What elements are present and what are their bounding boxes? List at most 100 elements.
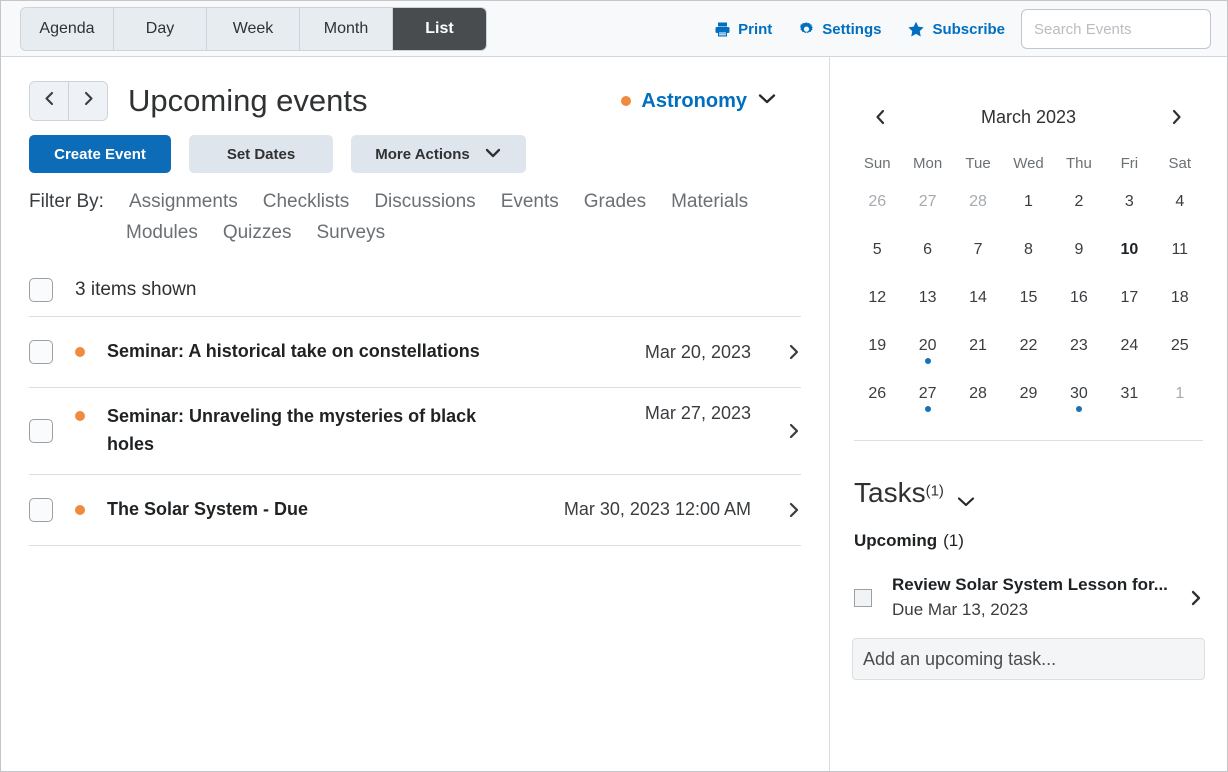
calendar-day-5[interactable]: 5 — [852, 226, 902, 274]
filter-events[interactable]: Events — [501, 191, 559, 213]
calendar-day-20[interactable]: 20 — [902, 322, 952, 370]
calendar-day-number: 21 — [969, 337, 987, 354]
calendar-day-26[interactable]: 26 — [852, 178, 902, 226]
dow-fri: Fri — [1120, 155, 1139, 172]
more-actions-button[interactable]: More Actions — [351, 135, 526, 173]
filter-grades[interactable]: Grades — [584, 191, 646, 213]
chevron-right-icon[interactable] — [773, 422, 801, 440]
chevron-down-icon[interactable] — [956, 495, 976, 508]
filter-discussions[interactable]: Discussions — [374, 191, 475, 213]
tasks-header: Tasks(1) — [848, 441, 1209, 509]
calendar-day-25[interactable]: 25 — [1155, 322, 1205, 370]
filter-quizzes[interactable]: Quizzes — [223, 222, 292, 244]
calendar-day-11[interactable]: 11 — [1155, 226, 1205, 274]
calendar-day-number: 6 — [923, 241, 933, 258]
calendar-day-29[interactable]: 29 — [1003, 370, 1053, 418]
chevron-right-icon[interactable] — [773, 501, 801, 519]
settings-button[interactable]: Settings — [798, 21, 881, 38]
filter-modules[interactable]: Modules — [126, 222, 198, 244]
calendar-app: Agenda Day Week Month List Print Setting… — [0, 0, 1228, 772]
search-input[interactable] — [1022, 20, 1227, 38]
calendar-day-15[interactable]: 15 — [1003, 274, 1053, 322]
chevron-right-icon[interactable] — [1189, 589, 1203, 607]
event-row[interactable]: Seminar: A historical take on constellat… — [29, 317, 801, 388]
event-checkbox[interactable] — [29, 497, 53, 522]
calendar-day-24[interactable]: 24 — [1104, 322, 1154, 370]
task-checkbox[interactable] — [854, 588, 872, 607]
calendar-day-number: 25 — [1170, 337, 1189, 354]
calendar-day-23[interactable]: 23 — [1054, 322, 1104, 370]
calendar-day-19[interactable]: 19 — [852, 322, 902, 370]
calendar-day-31[interactable]: 31 — [1104, 370, 1154, 418]
task-row[interactable]: Review Solar System Lesson for... Due Ma… — [848, 551, 1209, 622]
calendar-day-18[interactable]: 18 — [1155, 274, 1205, 322]
filter-materials[interactable]: Materials — [671, 191, 748, 213]
calendar-day-27[interactable]: 27 — [902, 178, 952, 226]
calendar-day-13[interactable]: 13 — [902, 274, 952, 322]
calendar-day-2[interactable]: 2 — [1054, 178, 1104, 226]
event-row[interactable]: Seminar: Unraveling the mysteries of bla… — [29, 388, 801, 475]
calendar-day-7[interactable]: 7 — [953, 226, 1003, 274]
calendar-day-8[interactable]: 8 — [1003, 226, 1053, 274]
filter-checklists[interactable]: Checklists — [263, 191, 350, 213]
event-color-dot — [75, 411, 85, 421]
event-date: Mar 27, 2023 — [644, 403, 751, 423]
calendar-color-dot — [621, 96, 632, 106]
calendar-month-label: March 2023 — [980, 106, 1077, 127]
calendar-day-12[interactable]: 12 — [852, 274, 902, 322]
calendar-day-number: 14 — [969, 289, 987, 306]
calendar-day-number: 19 — [868, 337, 887, 354]
tab-week-label: Week — [232, 20, 274, 37]
calendar-day-number: 1 — [1175, 385, 1185, 402]
filter-surveys[interactable]: Surveys — [316, 222, 385, 244]
calendar-day-22[interactable]: 22 — [1003, 322, 1053, 370]
main-header: Upcoming events Astronomy — [1, 57, 829, 121]
calendar-day-21[interactable]: 21 — [953, 322, 1003, 370]
calendar-day-number: 26 — [868, 385, 887, 402]
calendar-day-number: 15 — [1019, 289, 1038, 306]
event-title: Seminar: Unraveling the mysteries of bla… — [107, 406, 477, 454]
next-period-button[interactable] — [69, 82, 107, 120]
filter-by-label: Filter By: — [29, 191, 104, 212]
calendar-day-10[interactable]: 10 — [1104, 226, 1154, 274]
calendar-day-9[interactable]: 9 — [1054, 226, 1104, 274]
select-all-checkbox[interactable] — [29, 278, 53, 302]
calendar-day-number: 22 — [1019, 337, 1038, 354]
calendar-day-number: 1 — [1024, 193, 1033, 210]
tab-list[interactable]: List — [393, 8, 486, 50]
calendar-day-16[interactable]: 16 — [1054, 274, 1104, 322]
calendar-prev-month-button[interactable] — [864, 105, 897, 129]
print-button[interactable]: Print — [714, 21, 772, 38]
chevron-right-icon[interactable] — [773, 343, 801, 361]
calendar-day-28[interactable]: 28 — [953, 178, 1003, 226]
set-dates-button[interactable]: Set Dates — [189, 135, 333, 173]
calendar-day-14[interactable]: 14 — [953, 274, 1003, 322]
star-icon — [907, 21, 925, 38]
calendar-day-6[interactable]: 6 — [902, 226, 952, 274]
calendar-day-26[interactable]: 26 — [852, 370, 902, 418]
calendar-day-3[interactable]: 3 — [1104, 178, 1154, 226]
calendar-day-30[interactable]: 30 — [1054, 370, 1104, 418]
event-checkbox[interactable] — [29, 418, 53, 443]
tab-week[interactable]: Week — [207, 8, 300, 50]
subscribe-button[interactable]: Subscribe — [907, 21, 1005, 38]
tab-day[interactable]: Day — [114, 8, 207, 50]
calendar-day-1[interactable]: 1 — [1155, 370, 1205, 418]
create-event-label: Create Event — [54, 145, 146, 163]
calendar-day-28[interactable]: 28 — [953, 370, 1003, 418]
calendar-day-1[interactable]: 1 — [1003, 178, 1053, 226]
add-task-input[interactable] — [853, 648, 1204, 670]
calendar-day-4[interactable]: 4 — [1155, 178, 1205, 226]
calendar-next-month-button[interactable] — [1160, 105, 1193, 129]
create-event-button[interactable]: Create Event — [29, 135, 171, 173]
calendar-selector[interactable]: Astronomy — [621, 90, 801, 113]
prev-period-button[interactable] — [30, 82, 69, 120]
filter-assignments[interactable]: Assignments — [129, 191, 238, 213]
calendar-day-number: 12 — [868, 289, 887, 306]
calendar-day-27[interactable]: 27 — [902, 370, 952, 418]
tab-month[interactable]: Month — [300, 8, 393, 50]
tab-agenda[interactable]: Agenda — [21, 8, 114, 50]
event-row[interactable]: The Solar System - Due Mar 30, 2023 12:0… — [29, 475, 801, 546]
calendar-day-17[interactable]: 17 — [1104, 274, 1154, 322]
event-checkbox[interactable] — [29, 340, 53, 364]
